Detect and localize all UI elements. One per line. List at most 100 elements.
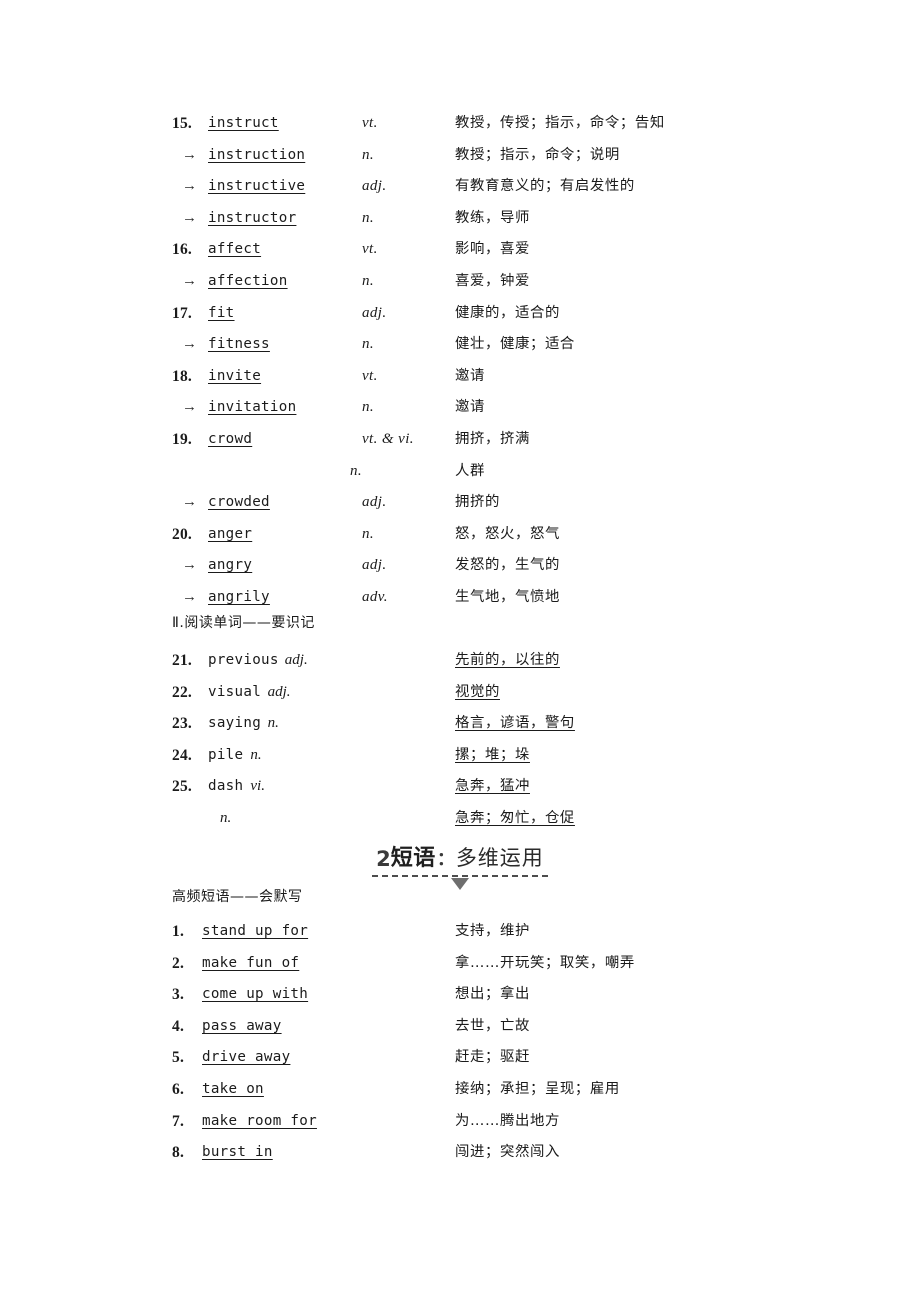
vocab-row-number: 18. [172, 367, 192, 385]
vocab-row-number: 20. [172, 525, 192, 543]
phrase-definition: 接纳；承担；呈现；雇用 [455, 1080, 620, 1097]
reading-word-number: 23. [172, 715, 192, 733]
vocab-row: → angry adj. 发怒的，生气的 [172, 550, 772, 582]
phrase-number: 4. [172, 1017, 185, 1035]
part-of-speech: n. [267, 715, 279, 732]
phrase-text: drive away [202, 1049, 291, 1066]
vocab-row: → invitation n. 邀请 [172, 392, 772, 424]
chinese-definition: 教练，导师 [455, 209, 530, 226]
vocab-row: 15. instruct vt. 教授，传授；指示，命令；告知 [172, 108, 772, 140]
vocabulary-derivation-list: 15. instruct vt. 教授，传授；指示，命令；告知 → instruction… [172, 108, 772, 614]
vocab-word: invite [208, 367, 262, 384]
triangle-down-icon [450, 878, 469, 890]
phrase-heading: 高频短语——会默写 [172, 889, 303, 905]
phrase-definition: 拿……开玩笑；取笑，嘲弄 [455, 954, 635, 971]
reading-word-number: 21. [172, 652, 192, 669]
document-page: 15. instruct vt. 教授，传授；指示，命令；告知 → instruction… [0, 0, 920, 1302]
phrase-row: 5. drive away 赶走；驱赶 [172, 1042, 772, 1074]
reading-word-number: 25. [172, 778, 192, 796]
vocab-row: 19. crowd vt. & vi. 拥挤，挤满 [172, 424, 772, 456]
part-of-speech: adv. [362, 588, 388, 605]
vocab-word: angry [208, 557, 253, 574]
phrase-row: 3. come up with 想出；拿出 [172, 979, 772, 1011]
chinese-definition: 发怒的，生气的 [455, 557, 560, 574]
arrow-right-icon: → [182, 209, 197, 226]
vocab-word: anger [208, 525, 253, 542]
phrase-number: 5. [172, 1049, 185, 1067]
section-banner-phrases: 2短语：多维运用 [0, 848, 920, 904]
part-of-speech: adj. [267, 683, 291, 700]
chinese-definition: 拥挤，挤满 [455, 430, 530, 447]
chinese-definition: 摞；堆；垛 [455, 746, 530, 763]
chinese-definition: 健壮，健康；适合 [455, 336, 575, 353]
vocab-word: instructor [208, 209, 297, 226]
reading-words-heading: Ⅱ.阅读单词——要识记 [172, 615, 315, 631]
part-of-speech: adj. [362, 557, 387, 574]
vocab-row: 16. affect vt. 影响，喜爱 [172, 234, 772, 266]
phrase-text: stand up for [202, 923, 309, 939]
section-banner-inner: 2短语：多维运用 [372, 846, 548, 890]
vocab-row: n. 人群 [172, 456, 772, 488]
part-of-speech: vt. [362, 367, 378, 384]
part-of-speech: adj. [362, 304, 387, 321]
arrow-right-icon: → [182, 178, 197, 195]
vocab-row-number: 16. [172, 241, 192, 259]
chinese-definition: 怒，怒火，怒气 [455, 525, 560, 542]
chinese-definition: 教授；指示，命令；说明 [455, 146, 620, 163]
phrase-definition: 去世，亡故 [455, 1017, 530, 1034]
arrow-right-icon: → [182, 336, 197, 353]
chinese-definition: 健康的，适合的 [455, 304, 560, 321]
phrase-definition: 为……腾出地方 [455, 1112, 560, 1129]
phrase-definition: 支持，维护 [455, 923, 530, 939]
phrase-text: make fun of [202, 954, 300, 971]
phrase-definition: 闯进；突然闯入 [455, 1144, 560, 1161]
part-of-speech: n. [362, 209, 375, 226]
reading-word-row: 21. previous adj. 先前的，以往的 [172, 645, 772, 677]
vocab-row-number: 15. [172, 115, 192, 132]
chinese-definition: 先前的，以往的 [455, 652, 560, 668]
reading-word-number: 24. [172, 746, 192, 764]
phrase-text: make room for [202, 1112, 317, 1129]
arrow-right-icon: → [182, 588, 197, 605]
vocab-row: → instructive adj. 有教育意义的；有启发性的 [172, 171, 772, 203]
chinese-definition: 影响，喜爱 [455, 241, 530, 258]
section-banner-number: 2 [376, 847, 391, 871]
vocab-row: 17. fit adj. 健康的，适合的 [172, 298, 772, 330]
part-of-speech: vt. [362, 115, 378, 131]
vocab-word: instruct [208, 115, 279, 131]
phrase-text: take on [202, 1080, 264, 1097]
vocab-row: → crowded adj. 拥挤的 [172, 487, 772, 519]
chinese-definition: 拥挤的 [455, 494, 500, 511]
phrase-number: 6. [172, 1080, 185, 1098]
part-of-speech: vt. [362, 241, 378, 258]
phrase-number: 8. [172, 1144, 185, 1162]
vocab-row: → affection n. 喜爱，钟爱 [172, 266, 772, 298]
reading-word: visual [208, 683, 262, 700]
phrase-definition: 赶走；驱赶 [455, 1049, 530, 1066]
reading-words-list: 21. previous adj. 先前的，以往的 22. visual adj. 视觉的 23… [172, 645, 772, 835]
vocab-word: fit [208, 304, 235, 321]
phrase-number: 1. [172, 923, 185, 940]
high-frequency-phrase-list: 1. stand up for 支持，维护 2. make fun of 拿……开玩笑；取… [172, 916, 772, 1169]
part-of-speech: vt. & vi. [362, 430, 414, 447]
chinese-definition: 教授，传授；指示，命令；告知 [455, 115, 665, 131]
part-of-speech: adj. [362, 178, 387, 195]
phrase-text: pass away [202, 1017, 282, 1034]
chinese-definition: 邀请 [455, 367, 485, 384]
part-of-speech: adj. [284, 652, 308, 668]
arrow-right-icon: → [182, 494, 197, 511]
section-banner-colon: ： [436, 849, 455, 870]
chinese-definition: 急奔，猛冲 [455, 778, 530, 795]
phrase-row: 2. make fun of 拿……开玩笑；取笑，嘲弄 [172, 948, 772, 980]
arrow-right-icon: → [182, 557, 197, 574]
reading-word: saying [208, 715, 262, 732]
chinese-definition: 邀请 [455, 399, 485, 416]
part-of-speech: n. [220, 809, 232, 826]
vocab-row: 18. invite vt. 邀请 [172, 361, 772, 393]
section-banner-keyword: 短语 [390, 846, 436, 871]
phrase-row: 7. make room for 为……腾出地方 [172, 1106, 772, 1138]
vocab-row-number: 17. [172, 304, 192, 322]
reading-word-number: 22. [172, 683, 192, 701]
chinese-definition: 喜爱，钟爱 [455, 272, 530, 289]
reading-word-row: 23. saying n. 格言，谚语，警句 [172, 708, 772, 740]
